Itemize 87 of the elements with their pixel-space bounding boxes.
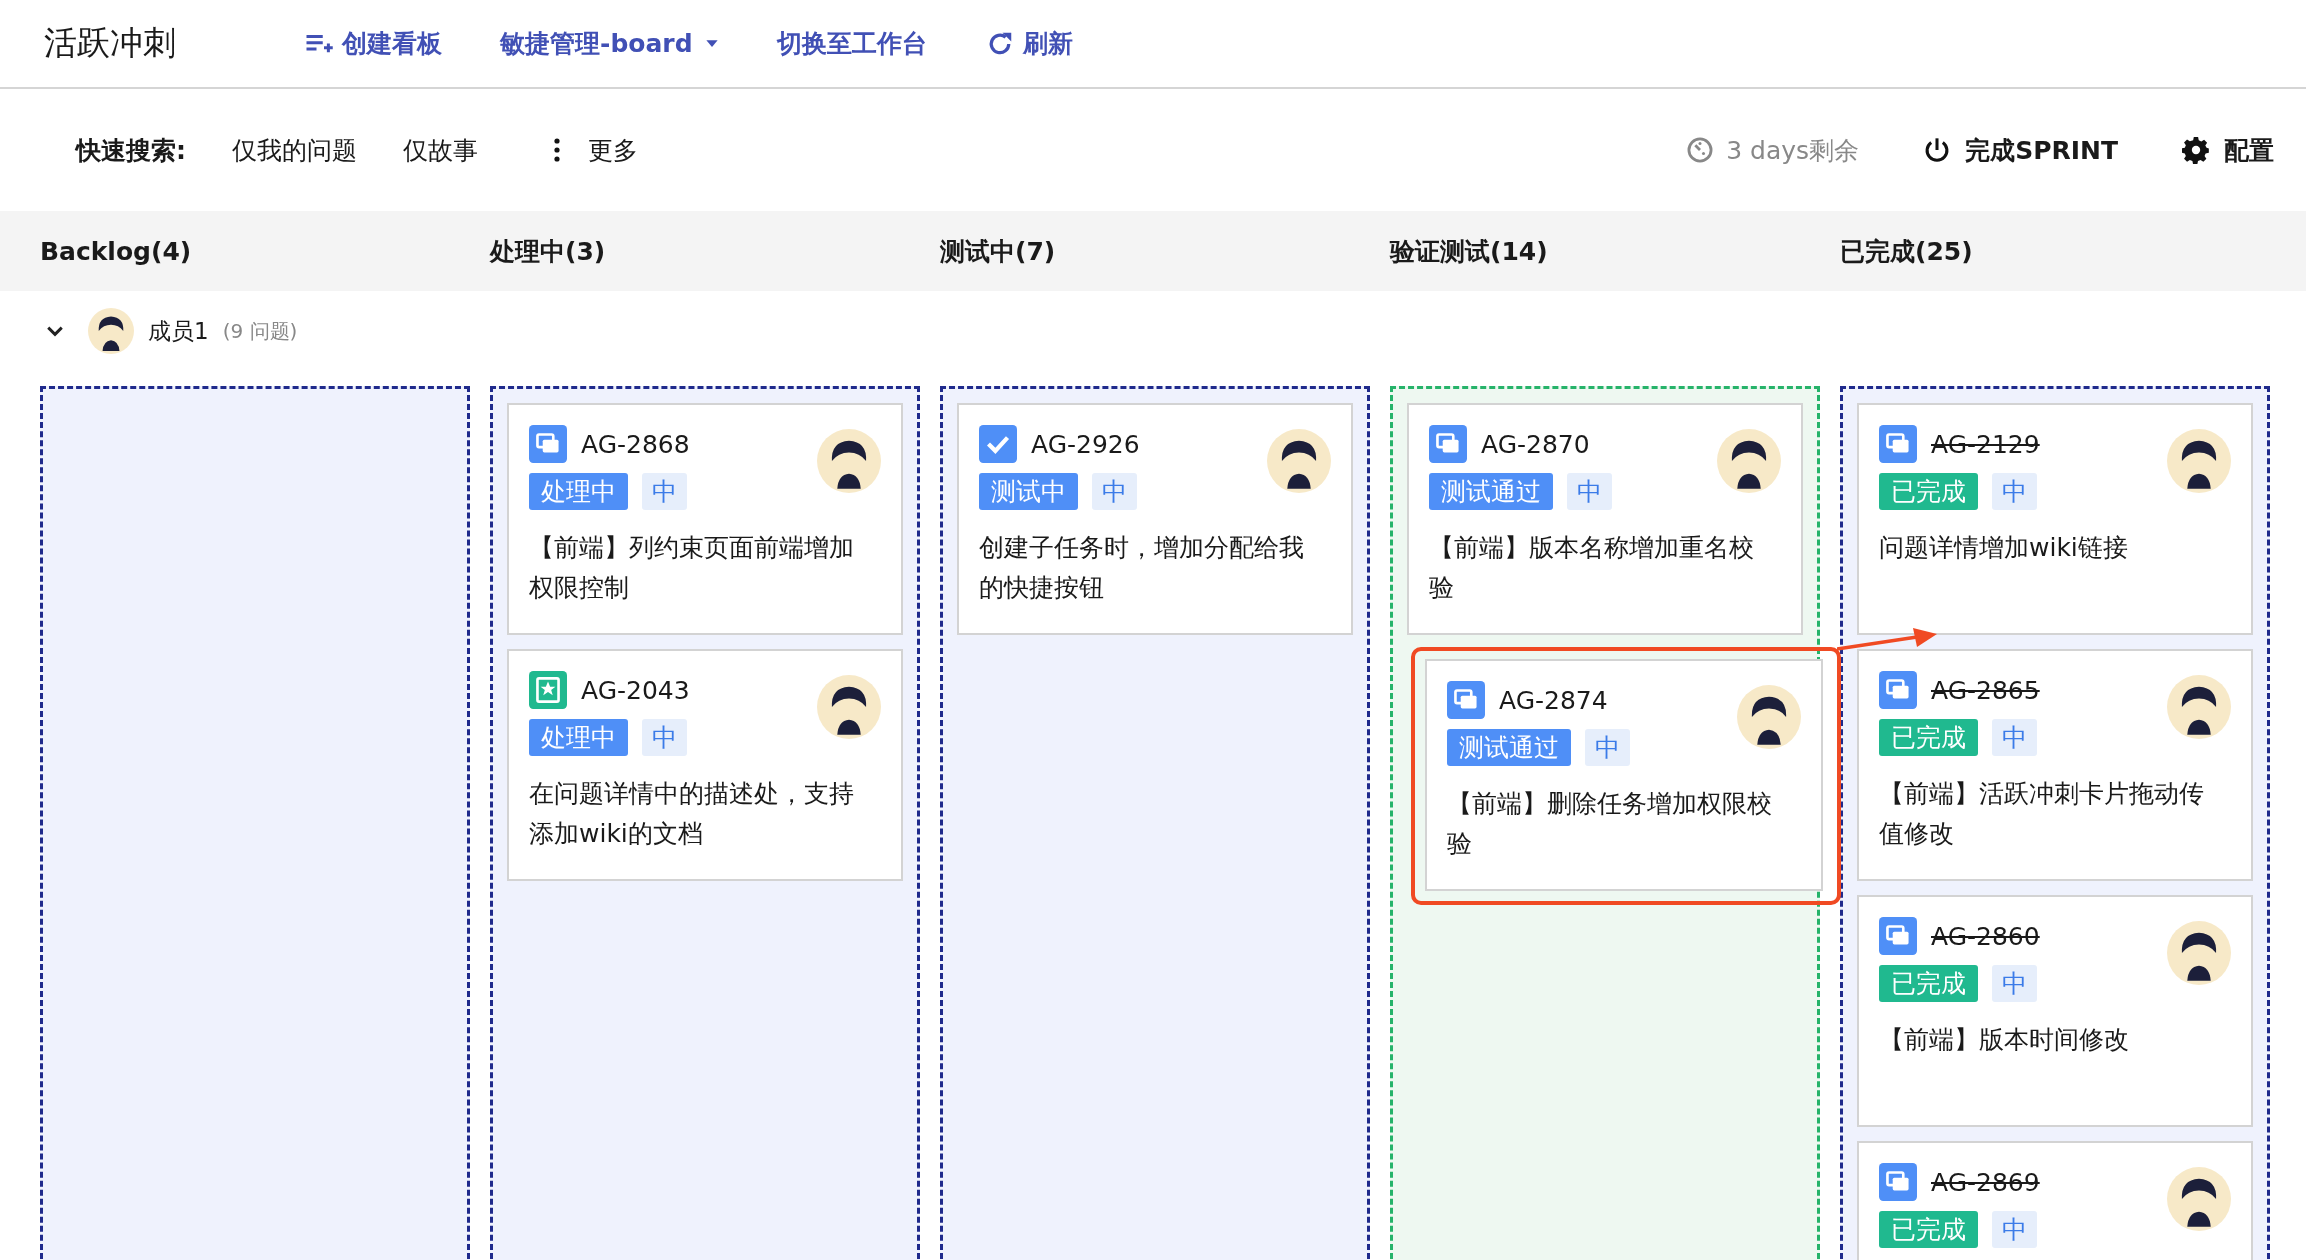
issue-summary: 在问题详情中的描述处，支持添加wiki的文档	[529, 778, 855, 850]
issue-summary: 【前端】版本时间修改	[1879, 1024, 2130, 1056]
avatar-icon	[2167, 1167, 2231, 1231]
task-icon	[529, 425, 567, 463]
status-badge: 测试通过	[1447, 729, 1571, 766]
issue-card[interactable]: AG-2870 测试通过 中 【前端】版本名称增加重名校验	[1407, 403, 1803, 635]
issue-id[interactable]: AG-2874	[1499, 685, 1608, 715]
priority-badge: 中	[1585, 729, 1630, 766]
avatar-icon	[1737, 685, 1801, 749]
task-icon	[1879, 1163, 1917, 1201]
refresh-button[interactable]: 刷新	[984, 27, 1073, 60]
issue-id[interactable]: AG-2860	[1931, 921, 2040, 951]
issue-card[interactable]: AG-2129 已完成 中 问题详情增加wiki链接	[1857, 403, 2253, 635]
more-icon	[554, 138, 560, 162]
time-remaining: 3 days剩余	[1686, 133, 1860, 167]
issue-summary: 问题详情增加wiki链接	[1879, 532, 2129, 564]
status-badge: 测试通过	[1429, 473, 1553, 510]
column-header: Backlog(4)	[40, 236, 193, 266]
issue-id[interactable]: AG-2870	[1481, 429, 1590, 459]
priority-badge: 中	[1992, 719, 2037, 756]
story-icon	[529, 671, 567, 709]
issue-id[interactable]: AG-2926	[1031, 429, 1140, 459]
checkbox-icon	[979, 425, 1017, 463]
avatar-icon	[88, 308, 134, 354]
issue-card[interactable]: AG-2926 测试中 中 创建子任务时，增加分配给我的快捷按钮	[957, 403, 1353, 635]
more-button[interactable]: 更多	[554, 133, 638, 167]
status-badge: 测试中	[979, 473, 1078, 510]
issue-card[interactable]: AG-2868 处理中 中 【前端】列约束页面前端增加权限控制	[507, 403, 903, 635]
priority-badge: 中	[1992, 473, 2037, 510]
complete-sprint-button[interactable]: 完成SPRINT	[1923, 133, 2118, 167]
issue-card[interactable]: AG-2043 处理中 中 在问题详情中的描述处，支持添加wiki的文档	[507, 649, 903, 881]
issue-id[interactable]: AG-2129	[1931, 429, 2040, 459]
board-dropdown[interactable]: 敏捷管理-board	[500, 27, 719, 60]
column-header: 验证测试(14)	[1390, 235, 1549, 268]
issue-summary: 创建子任务时，增加分配给我的快捷按钮	[979, 532, 1305, 604]
column-header: 测试中(7)	[940, 235, 1057, 268]
issue-id[interactable]: AG-2043	[581, 675, 690, 705]
chevron-icon[interactable]	[46, 325, 64, 337]
status-badge: 已完成	[1879, 719, 1978, 756]
issue-summary: 【前端】删除任务增加权限校验	[1447, 788, 1773, 860]
create-board-button[interactable]: 创建看板	[304, 27, 442, 60]
column-header: 已完成(25)	[1840, 235, 1974, 268]
issue-summary: 【前端】活跃冲刺卡片拖动传值修改	[1879, 778, 2205, 850]
status-badge: 已完成	[1879, 473, 1978, 510]
avatar-icon	[817, 675, 881, 739]
priority-badge: 中	[642, 473, 687, 510]
task-icon	[1429, 425, 1467, 463]
issue-card[interactable]: AG-2869 已完成 中	[1857, 1141, 2253, 1260]
page-title: 活跃冲刺	[44, 22, 177, 64]
avatar-icon	[2167, 921, 2231, 985]
issue-card[interactable]: AG-2874 测试通过 中 【前端】删除任务增加权限校验	[1425, 659, 1823, 891]
priority-badge: 中	[1567, 473, 1612, 510]
switch-workbench-link[interactable]: 切换至工作台	[776, 27, 927, 60]
priority-badge: 中	[642, 719, 687, 756]
priority-badge: 中	[1992, 1211, 2037, 1248]
avatar-icon	[2167, 429, 2231, 493]
task-icon	[1879, 671, 1917, 709]
avatar-icon	[1267, 429, 1331, 493]
avatar-icon	[2167, 675, 2231, 739]
status-badge: 已完成	[1879, 965, 1978, 1002]
priority-badge: 中	[1992, 965, 2037, 1002]
column-header: 处理中(3)	[490, 235, 607, 268]
status-badge: 已完成	[1879, 1211, 1978, 1248]
timer-icon	[1686, 136, 1715, 164]
avatar-icon	[817, 429, 881, 493]
member-name: 成员1	[148, 316, 209, 346]
settings-button[interactable]: 配置	[2182, 133, 2274, 167]
issue-id[interactable]: AG-2865	[1931, 675, 2040, 705]
issue-summary: 【前端】列约束页面前端增加权限控制	[529, 532, 855, 604]
issue-card[interactable]: AG-2860 已完成 中 【前端】版本时间修改	[1857, 895, 2253, 1127]
caret-icon	[704, 39, 719, 48]
issue-card[interactable]: AG-2865 已完成 中 【前端】活跃冲刺卡片拖动传值修改	[1857, 649, 2253, 881]
issue-id[interactable]: AG-2869	[1931, 1167, 2040, 1197]
issue-summary: 【前端】版本名称增加重名校验	[1429, 532, 1755, 604]
settings-icon	[2182, 136, 2210, 164]
task-icon	[1447, 681, 1485, 719]
quick-search-label: 快速搜索:	[76, 134, 186, 167]
status-badge: 处理中	[529, 473, 628, 510]
filter-button[interactable]: 仅我的问题	[232, 133, 357, 167]
status-badge: 处理中	[529, 719, 628, 756]
task-icon	[1879, 425, 1917, 463]
task-icon	[1879, 917, 1917, 955]
priority-badge: 中	[1092, 473, 1137, 510]
avatar-icon	[1717, 429, 1781, 493]
issue-count: (9 问题)	[222, 317, 298, 345]
issue-id[interactable]: AG-2868	[581, 429, 690, 459]
filter-button[interactable]: 仅故事	[403, 133, 478, 167]
